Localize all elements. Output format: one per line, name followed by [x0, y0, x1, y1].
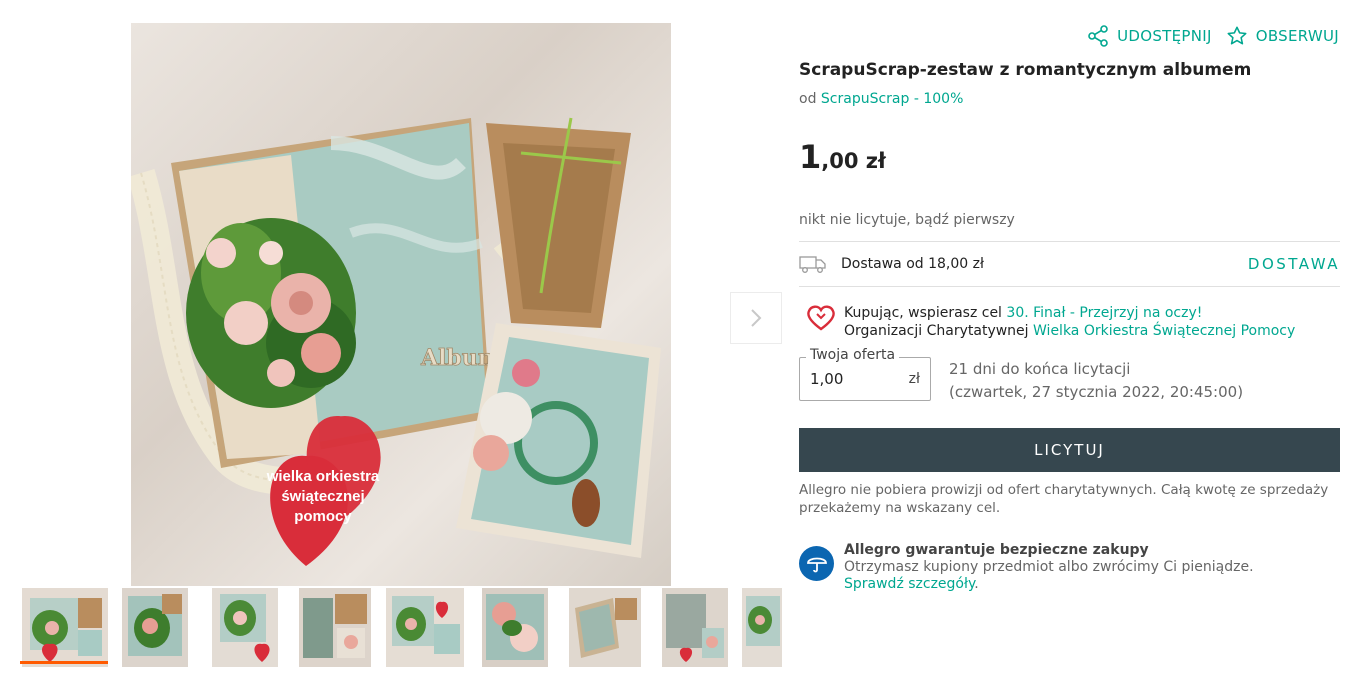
share-button[interactable]: UDOSTĘPNIJ [1087, 25, 1212, 47]
end-date: (czwartek, 27 stycznia 2022, 20:45:00) [949, 383, 1244, 401]
thumbnail-2[interactable] [122, 588, 188, 667]
guarantee-text: Otrzymasz kupiony przedmiot albo zwrócim… [844, 559, 1254, 575]
product-main-image[interactable]: Album wielka orkiestra świątecznej pomoc… [131, 23, 671, 586]
charity-prefix: Kupując, wspierasz cel [844, 305, 1002, 321]
offer-currency: zł [908, 371, 920, 387]
thumbnail-9[interactable] [742, 588, 782, 667]
guarantee-info: Allegro gwarantuje bezpieczne zakupy Otr… [799, 542, 1314, 593]
charity-info: Kupując, wspierasz cel 30. Finał - Przej… [806, 304, 1295, 340]
thumbnail-7[interactable] [569, 588, 641, 667]
share-label: UDOSTĘPNIJ [1117, 27, 1212, 45]
seller-prefix: od [799, 91, 817, 107]
guarantee-details-link[interactable]: Sprawdź szczegóły [844, 576, 974, 592]
charity-goal-link[interactable]: 30. Finał - Przejrzyj na oczy! [1006, 305, 1202, 321]
time-remaining: 21 dni do końca licytacji [949, 360, 1131, 378]
thumbnail-5[interactable] [386, 588, 464, 667]
chevron-right-icon [751, 309, 762, 327]
seller-info: od ScrapuScrap - 100% [799, 91, 963, 107]
delivery-row: Dostawa od 18,00 zł DOSTAWA [799, 247, 1340, 281]
divider [799, 241, 1340, 242]
heart-text-1: wielka orkiestra [266, 468, 380, 485]
thumbnail-strip [0, 586, 790, 676]
auction-end-info: 21 dni do końca licytacji (czwartek, 27 … [949, 358, 1243, 404]
bid-button[interactable]: LICYTUJ [799, 428, 1340, 472]
thumbnail-4[interactable] [299, 588, 371, 667]
product-photo: Album wielka orkiestra świątecznej pomoc… [131, 117, 661, 566]
thumbnail-1[interactable] [22, 588, 108, 667]
product-actions: UDOSTĘPNIJ OBSERWUJ [1087, 25, 1339, 47]
product-title: ScrapuScrap-zestaw z romantycznym albume… [799, 60, 1252, 80]
offer-field[interactable]: zł [799, 357, 931, 401]
watch-label: OBSERWUJ [1255, 27, 1339, 45]
commission-note: Allegro nie pobiera prowizji od ofert ch… [799, 482, 1329, 516]
price: 1,00 zł [799, 138, 886, 176]
delivery-price: Dostawa od 18,00 zł [841, 256, 984, 272]
charity-org-prefix: Organizacji Charytatywnej [844, 323, 1029, 339]
thumbnail-8[interactable] [662, 588, 728, 667]
divider [799, 286, 1340, 287]
charity-org-link[interactable]: Wielka Orkiestra Świątecznej Pomocy [1033, 323, 1295, 339]
umbrella-icon [799, 546, 834, 581]
thumbnail-3[interactable] [212, 588, 278, 667]
thumbnail-6[interactable] [482, 588, 548, 667]
offer-input[interactable] [810, 370, 900, 388]
price-fraction: ,00 zł [821, 149, 886, 173]
watch-button[interactable]: OBSERWUJ [1226, 25, 1339, 47]
delivery-truck-icon [799, 256, 826, 273]
active-thumbnail-indicator [20, 661, 108, 664]
heart-text-2: świątecznej [281, 488, 364, 505]
star-icon [1227, 26, 1247, 45]
bids-status: nikt nie licytuje, bądź pierwszy [799, 212, 1015, 228]
share-icon [1088, 25, 1108, 47]
guarantee-title: Allegro gwarantuje bezpieczne zakupy [844, 542, 1149, 558]
offer-label: Twoja oferta [806, 347, 900, 363]
gallery-next-button[interactable] [730, 292, 782, 344]
seller-link[interactable]: ScrapuScrap - 100% [821, 91, 963, 107]
heart-text-3: pomocy [294, 508, 352, 525]
delivery-link[interactable]: DOSTAWA [1248, 255, 1340, 273]
heart-icon [807, 305, 835, 331]
price-integer: 1 [799, 138, 822, 176]
